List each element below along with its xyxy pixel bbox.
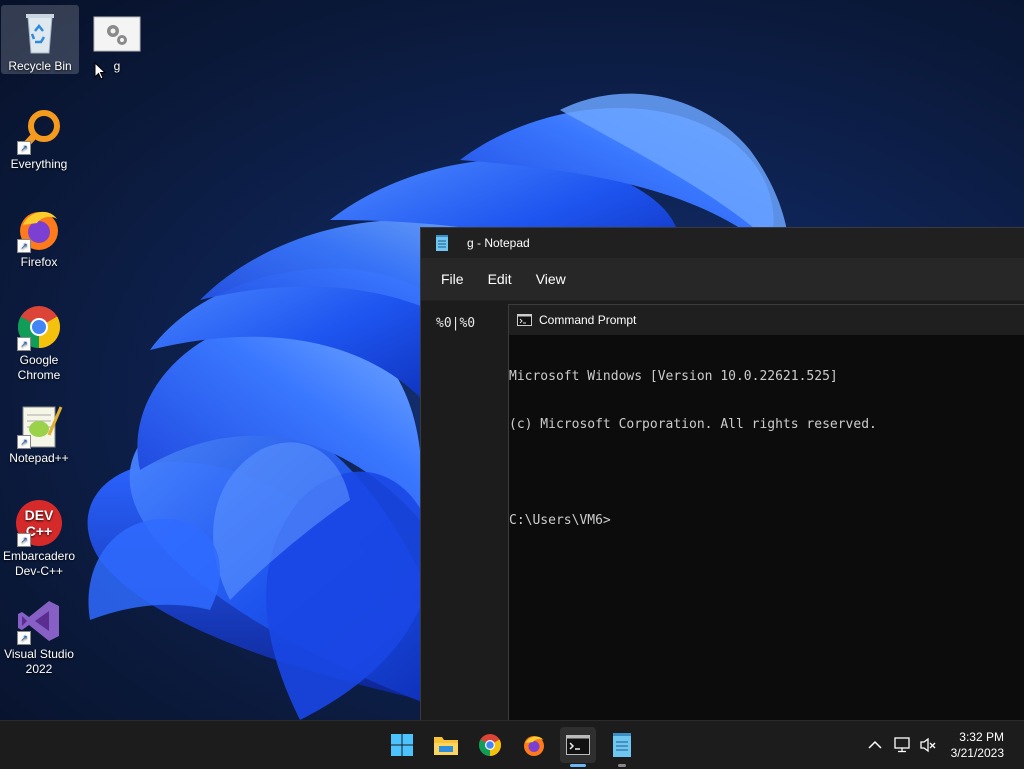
chevron-up-icon bbox=[868, 740, 882, 749]
desktop-icon-visual-studio[interactable]: ↗ Visual Studio 2022 bbox=[0, 593, 78, 679]
notepad-icon bbox=[436, 235, 448, 251]
command-prompt-icon bbox=[517, 314, 532, 326]
speaker-muted-icon bbox=[920, 737, 936, 753]
desktop-icon-g[interactable]: g bbox=[78, 5, 156, 76]
taskbar-active-indicator bbox=[570, 764, 586, 767]
desktop-icon-notepad-plus-plus[interactable]: ↗ Notepad++ bbox=[0, 397, 78, 468]
volume-muted-button[interactable] bbox=[918, 735, 938, 755]
shortcut-arrow-icon: ↗ bbox=[17, 631, 31, 645]
notepad-icon bbox=[613, 733, 631, 757]
desktop-icon-firefox[interactable]: ↗ Firefox bbox=[0, 201, 78, 272]
taskbar-running-indicator bbox=[618, 764, 626, 767]
notepad-menu-bar: File Edit View bbox=[421, 258, 1024, 300]
clock-date: 3/21/2023 bbox=[950, 746, 1004, 760]
file-explorer-icon bbox=[434, 737, 458, 755]
taskbar-command-prompt[interactable] bbox=[560, 727, 596, 767]
desktop-icon-label: Notepad++ bbox=[9, 451, 69, 465]
notepad-title-bar[interactable]: g - Notepad bbox=[421, 228, 1024, 258]
start-icon bbox=[391, 734, 413, 756]
taskbar-chrome[interactable] bbox=[472, 727, 508, 763]
desktop-icon-recycle-bin[interactable]: Recycle Bin bbox=[1, 5, 79, 74]
console-prompt: C:\Users\VM6> bbox=[509, 513, 611, 528]
menu-file[interactable]: File bbox=[429, 271, 476, 287]
settings-file-icon bbox=[93, 9, 141, 57]
taskbar-notepad[interactable] bbox=[604, 727, 640, 767]
desktop-icon-label: g bbox=[113, 59, 121, 73]
desktop-icon-label: Google Chrome bbox=[17, 353, 61, 382]
mouse-cursor-icon bbox=[94, 62, 106, 80]
chrome-icon bbox=[479, 734, 501, 756]
taskbar-firefox[interactable] bbox=[516, 727, 552, 763]
everything-search-icon: ↗ bbox=[15, 107, 63, 155]
svg-text:DEV: DEV bbox=[25, 507, 54, 523]
desktop-icon-label: Visual Studio 2022 bbox=[4, 647, 74, 676]
taskbar-start-button[interactable] bbox=[384, 727, 420, 763]
shortcut-arrow-icon: ↗ bbox=[17, 533, 31, 547]
notepad-plus-plus-icon: ↗ bbox=[15, 401, 63, 449]
firefox-icon: ↗ bbox=[15, 205, 63, 253]
console-line: (c) Microsoft Corporation. All rights re… bbox=[509, 417, 877, 432]
command-prompt-title: Command Prompt bbox=[539, 313, 637, 327]
menu-edit[interactable]: Edit bbox=[476, 271, 524, 287]
desktop[interactable]: Recycle Bin g ↗ Everything ↗ Firefox ↗ G… bbox=[0, 0, 1024, 720]
console-line: Microsoft Windows [Version 10.0.22621.52… bbox=[509, 369, 838, 384]
desktop-icon-everything[interactable]: ↗ Everything bbox=[0, 103, 78, 174]
show-hidden-icons-button[interactable] bbox=[865, 735, 885, 755]
notepad-content: %0|%0 bbox=[436, 316, 476, 331]
shortcut-arrow-icon: ↗ bbox=[17, 337, 31, 351]
desktop-icon-dev-cpp[interactable]: DEV C++ ↗ Embarcadero Dev-C++ bbox=[0, 495, 78, 581]
command-prompt-window[interactable]: Command Prompt Microsoft Windows [Versio… bbox=[508, 304, 1024, 720]
recycle-bin-icon bbox=[16, 9, 64, 57]
taskbar-file-explorer[interactable] bbox=[428, 727, 464, 763]
firefox-icon bbox=[524, 736, 544, 756]
desktop-icon-label: Everything bbox=[10, 157, 68, 171]
command-prompt-icon bbox=[566, 735, 590, 755]
desktop-icon-label: Firefox bbox=[20, 255, 58, 269]
network-icon bbox=[894, 737, 910, 753]
command-prompt-console[interactable]: Microsoft Windows [Version 10.0.22621.52… bbox=[509, 335, 1024, 561]
shortcut-arrow-icon: ↗ bbox=[17, 239, 31, 253]
clock-time: 3:32 PM bbox=[959, 730, 1004, 744]
notepad-title: g - Notepad bbox=[467, 236, 530, 250]
desktop-icon-google-chrome[interactable]: ↗ Google Chrome bbox=[0, 299, 78, 385]
network-status-button[interactable] bbox=[892, 735, 912, 755]
shortcut-arrow-icon: ↗ bbox=[17, 141, 31, 155]
command-prompt-title-bar[interactable]: Command Prompt bbox=[509, 305, 1024, 335]
desktop-icon-label: Embarcadero Dev-C++ bbox=[2, 549, 76, 578]
chrome-icon: ↗ bbox=[15, 303, 63, 351]
menu-view[interactable]: View bbox=[524, 271, 578, 287]
taskbar: 3:32 PM 3/21/2023 bbox=[0, 720, 1024, 769]
shortcut-arrow-icon: ↗ bbox=[17, 435, 31, 449]
desktop-icon-label: Recycle Bin bbox=[8, 59, 72, 73]
visual-studio-icon: ↗ bbox=[15, 597, 63, 645]
taskbar-clock[interactable]: 3:32 PM 3/21/2023 bbox=[951, 729, 1004, 761]
dev-cpp-icon: DEV C++ ↗ bbox=[15, 499, 63, 547]
